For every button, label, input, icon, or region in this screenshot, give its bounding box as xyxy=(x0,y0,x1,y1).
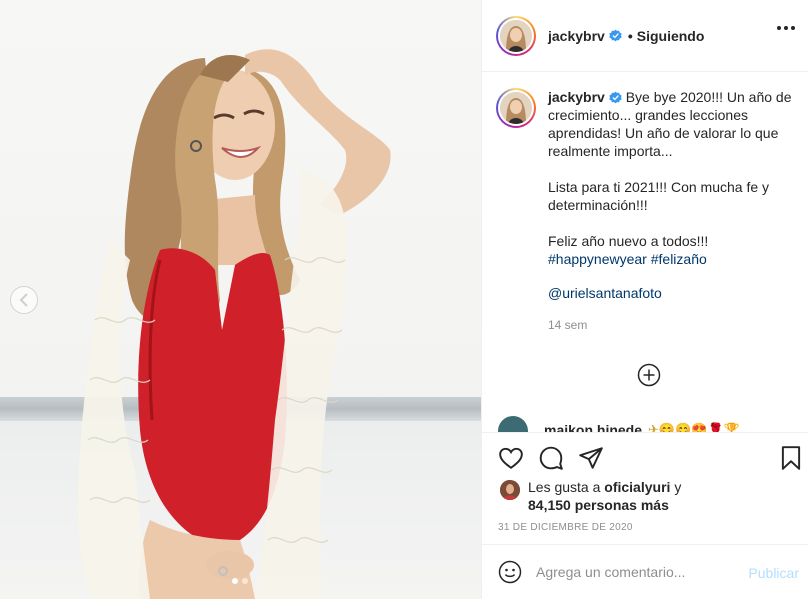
caption-mention[interactable]: @urielsantanafoto xyxy=(548,285,662,301)
more-options-dot xyxy=(791,26,795,30)
following-button[interactable]: Siguiendo xyxy=(637,28,705,44)
likes-joiner: y xyxy=(674,479,682,495)
avatar-image xyxy=(500,92,532,124)
commenter-username[interactable]: maikon hinede xyxy=(544,422,642,432)
likes-prefix: Les gusta a xyxy=(528,479,601,495)
chevron-left-icon xyxy=(19,293,28,307)
bookmark-icon[interactable] xyxy=(778,445,804,471)
likes-others-count[interactable]: 84,150 personas más xyxy=(528,497,669,513)
more-options-dot xyxy=(784,26,788,30)
caption-username[interactable]: jackybrv xyxy=(548,89,605,105)
carousel-dot-active xyxy=(232,578,238,584)
comment-preview: maikon hinede ✈😊😊😍🌹🏆 xyxy=(498,416,798,432)
caption-time-ago: 14 sem xyxy=(548,318,588,332)
comment-emoji-text: ✈😊😊😍🌹🏆 xyxy=(648,422,740,432)
more-options-button[interactable] xyxy=(777,26,795,30)
woman-in-red-swimsuit-photo xyxy=(78,49,391,599)
caption-text: jackybrv Bye bye 2020!!! Un año de creci… xyxy=(548,88,801,334)
verified-badge-icon xyxy=(609,29,622,42)
smiley-icon[interactable] xyxy=(498,560,522,584)
post-caption: jackybrv Bye bye 2020!!! Un año de creci… xyxy=(496,88,801,334)
avatar-image xyxy=(500,480,520,500)
post-side-panel: jackybrv • Siguiendo jackybrv Bye bye 20… xyxy=(481,0,808,599)
author-avatar[interactable] xyxy=(496,15,536,56)
carousel-indicator xyxy=(232,578,248,584)
liker-avatar[interactable] xyxy=(500,480,520,500)
caption-author-avatar[interactable] xyxy=(496,88,536,128)
verified-badge-icon xyxy=(609,91,622,104)
comment-bubble-icon[interactable] xyxy=(538,445,564,471)
likes-summary: Les gusta a oficialyuri y 84,150 persona… xyxy=(500,478,728,514)
plus-circle-icon[interactable] xyxy=(637,363,661,387)
author-username[interactable]: jackybrv xyxy=(548,28,605,44)
post-header: jackybrv • Siguiendo xyxy=(482,0,808,72)
liker-username[interactable]: oficialyuri xyxy=(604,479,670,495)
post-photo[interactable] xyxy=(0,0,481,599)
post-actions-bar xyxy=(482,432,808,482)
paper-plane-icon[interactable] xyxy=(578,445,604,471)
carousel-prev-button[interactable] xyxy=(10,286,38,314)
commenter-avatar[interactable] xyxy=(498,416,528,432)
post-date: 31 DE DICIEMBRE DE 2020 xyxy=(498,522,633,533)
caption-hashtags[interactable]: #happynewyear #felizaño xyxy=(548,251,707,267)
more-options-icon xyxy=(777,26,781,30)
caption-paragraph-2: Lista para ti 2021!!! Con mucha fe y det… xyxy=(548,179,770,213)
avatar-image xyxy=(500,19,532,52)
comment-input[interactable] xyxy=(536,564,736,580)
caption-paragraph-3: Feliz año nuevo a todos!!! xyxy=(548,233,709,249)
heart-icon[interactable] xyxy=(498,445,524,471)
add-comment-bar: Publicar xyxy=(482,544,808,599)
publish-comment-button[interactable]: Publicar xyxy=(748,565,799,581)
header-separator: • xyxy=(627,27,633,44)
carousel-dot xyxy=(242,578,248,584)
